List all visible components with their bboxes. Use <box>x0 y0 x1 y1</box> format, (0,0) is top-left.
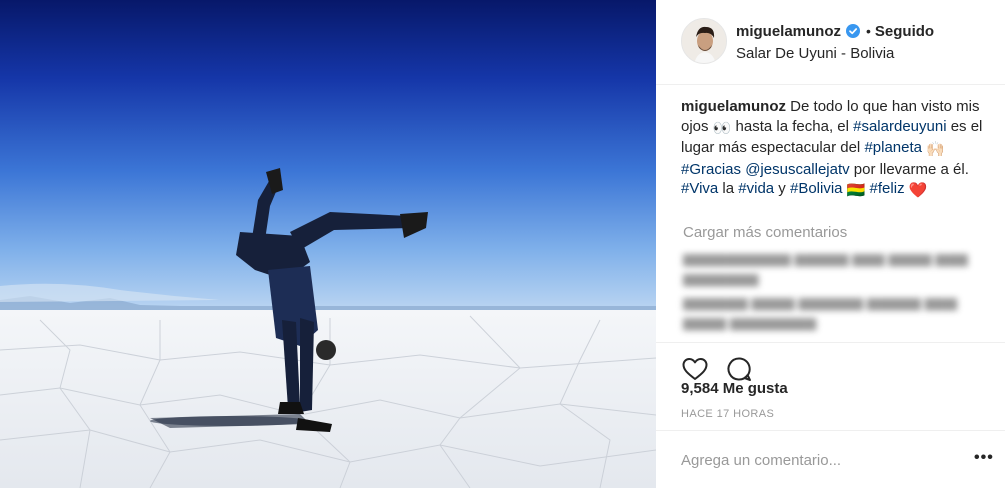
username-link[interactable]: miguelamunoz <box>736 23 841 40</box>
bolivia-flag-emoji: 🇧🇴 <box>846 182 866 199</box>
post-side-panel: miguelamunoz • Seguido Salar De Uyuni - … <box>656 0 1005 488</box>
mention-link[interactable]: @jesuscallejatv <box>745 161 849 178</box>
caption-text: la <box>718 180 739 197</box>
location-link[interactable]: Salar De Uyuni - Bolivia <box>736 45 894 62</box>
caption-text: y <box>774 180 790 197</box>
hashtag-link[interactable]: #planeta <box>864 139 922 156</box>
separator-dot: • <box>866 23 871 39</box>
caption-text: hasta la fecha, el <box>731 117 854 135</box>
add-comment-bar: ••• <box>656 430 1005 488</box>
post-photo[interactable] <box>0 0 656 488</box>
hashtag-link[interactable]: #Gracias <box>681 161 741 178</box>
post-caption: miguelamunoz De todo lo que han visto mi… <box>681 97 991 201</box>
hashtag-link[interactable]: #vida <box>738 180 774 197</box>
hashtag-link[interactable]: #Viva <box>681 180 718 197</box>
post-timestamp[interactable]: HACE 17 HORAS <box>681 408 774 420</box>
blurred-comments: ▆▆▆▆▆▆▆▆▆▆ ▆▆▆▆▆ ▆▆▆ ▆▆▆▆ ▆▆▆ ▆▆▆▆▆▆▆ ▆▆▆… <box>683 248 993 336</box>
header-user-line: miguelamunoz • Seguido <box>736 20 934 42</box>
load-more-comments-button[interactable]: Cargar más comentarios <box>683 224 847 241</box>
comment-input[interactable] <box>681 449 951 471</box>
more-options-button[interactable]: ••• <box>974 450 994 466</box>
eyes-emoji: 👀 <box>712 119 732 137</box>
verified-check-icon <box>846 24 861 38</box>
hashtag-link[interactable]: #Bolivia <box>790 180 843 197</box>
post-header: miguelamunoz • Seguido Salar De Uyuni - … <box>656 0 1005 85</box>
post-actions: 9,584 Me gusta HACE 17 HORAS <box>656 342 1005 430</box>
raised-hands-emoji: 🙌🏻 <box>926 141 945 158</box>
hashtag-link[interactable]: #salardeuyuni <box>853 118 946 135</box>
red-heart-emoji: ❤️ <box>908 182 928 199</box>
hashtag-link[interactable]: #feliz <box>870 180 905 197</box>
blurred-comment: ▆▆▆▆▆▆▆▆▆▆ ▆▆▆▆▆ ▆▆▆ ▆▆▆▆ ▆▆▆ ▆▆▆▆▆▆▆ <box>683 250 968 286</box>
likes-count[interactable]: 9,584 Me gusta <box>681 380 788 397</box>
follow-status-button[interactable]: Seguido <box>875 23 934 40</box>
caption-username-link[interactable]: miguelamunoz <box>681 98 786 115</box>
blurred-comment: ▆▆▆▆▆▆ ▆▆▆▆ ▆▆▆▆▆▆ ▆▆▆▆▆ ▆▆▆ ▆▆▆▆ ▆▆▆▆▆▆▆… <box>683 294 957 330</box>
comment-bubble-icon[interactable] <box>725 355 753 383</box>
avatar-image <box>682 19 726 63</box>
caption-text: por llevarme a él. <box>849 160 969 178</box>
avatar[interactable] <box>681 18 727 64</box>
heart-icon[interactable] <box>681 355 709 383</box>
